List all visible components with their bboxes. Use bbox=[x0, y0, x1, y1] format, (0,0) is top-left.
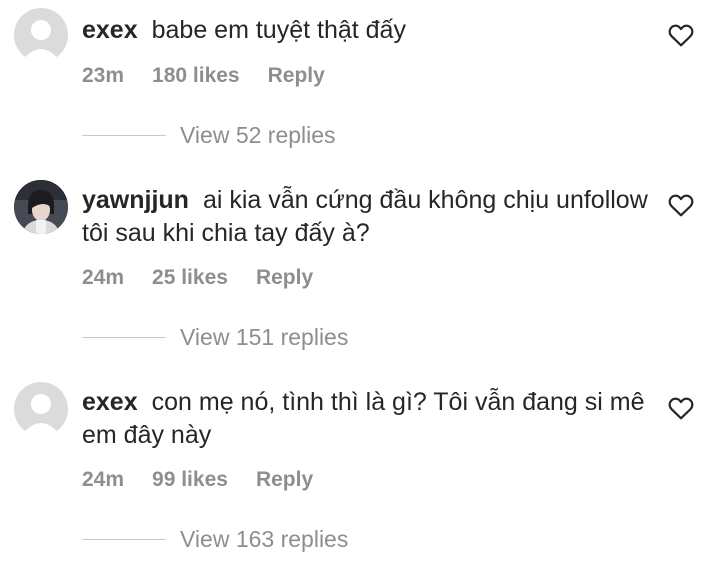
avatar-photo[interactable] bbox=[14, 180, 68, 234]
profile-photo-icon bbox=[14, 180, 68, 234]
heart-icon[interactable] bbox=[668, 193, 694, 217]
comment-username[interactable]: yawnjjun bbox=[82, 186, 189, 214]
view-replies-label: View 163 replies bbox=[180, 526, 349, 552]
comment-meta: 23m 180 likes Reply bbox=[82, 64, 353, 88]
view-replies-label: View 151 replies bbox=[180, 324, 349, 350]
comment-time: 24m bbox=[82, 266, 125, 289]
like-count[interactable]: 99 likes bbox=[152, 468, 228, 492]
divider-line bbox=[82, 539, 166, 540]
avatar-default[interactable] bbox=[14, 8, 68, 62]
comment-text-block: yawnjjun ai kia vẫn cứng đầu không chịu u… bbox=[82, 184, 672, 250]
comment-body: exex babe em tuyệt thật đấy bbox=[82, 14, 672, 47]
reply-button[interactable]: Reply bbox=[268, 64, 325, 88]
divider-line bbox=[82, 337, 166, 338]
comment-username[interactable]: exex bbox=[82, 16, 138, 44]
comment-text-block: exex con mẹ nó, tình thì là gì? Tôi vẫn đ… bbox=[82, 386, 672, 452]
comment-text: babe em tuyệt thật đấy bbox=[151, 16, 406, 44]
comment-meta: 24m 99 likes Reply bbox=[82, 468, 341, 492]
comment-time: 24m bbox=[82, 468, 125, 491]
comment-body: yawnjjun ai kia vẫn cứng đầu không chịu u… bbox=[82, 184, 672, 250]
heart-icon[interactable] bbox=[668, 396, 694, 420]
comment-time: 23m bbox=[82, 64, 125, 87]
comment-meta: 24m 25 likes Reply bbox=[82, 266, 341, 290]
divider-line bbox=[82, 135, 166, 136]
view-replies-label: View 52 replies bbox=[180, 122, 336, 148]
comment-text: con mẹ nó, tình thì là gì? Tôi vẫn đang … bbox=[82, 388, 645, 449]
comment-body: exex con mẹ nó, tình thì là gì? Tôi vẫn đ… bbox=[82, 386, 672, 452]
view-replies-button[interactable]: View 52 replies bbox=[82, 122, 336, 149]
like-count[interactable]: 25 likes bbox=[152, 266, 228, 290]
comment-text-block: exex babe em tuyệt thật đấy bbox=[82, 14, 672, 47]
reply-button[interactable]: Reply bbox=[256, 468, 313, 492]
like-count[interactable]: 180 likes bbox=[152, 64, 240, 88]
person-silhouette-icon bbox=[21, 20, 61, 62]
view-replies-button[interactable]: View 163 replies bbox=[82, 526, 348, 553]
view-replies-button[interactable]: View 151 replies bbox=[82, 324, 348, 351]
comment-username[interactable]: exex bbox=[82, 388, 138, 416]
heart-icon[interactable] bbox=[668, 23, 694, 47]
avatar-default[interactable] bbox=[14, 382, 68, 436]
person-silhouette-icon bbox=[21, 394, 61, 436]
reply-button[interactable]: Reply bbox=[256, 266, 313, 290]
